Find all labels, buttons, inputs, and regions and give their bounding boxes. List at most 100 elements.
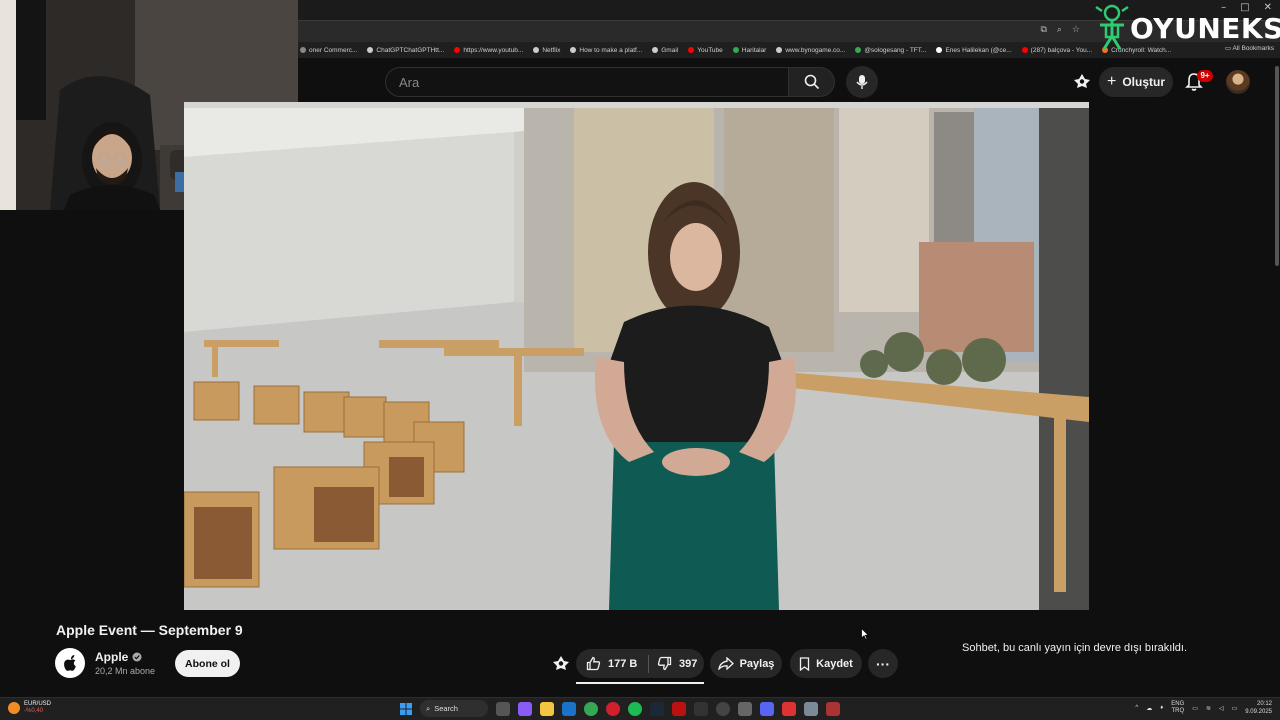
more-actions-button[interactable]: ··· [868,649,898,678]
bookmark-star-icon[interactable]: ☆ [1072,25,1080,35]
like-dislike-group: 177 B 397 [576,649,704,678]
task-view-icon[interactable] [496,701,510,716]
bookmark-item[interactable]: Netflix [533,47,560,54]
bookmark-item[interactable]: www.bynogame.co... [776,47,845,54]
bookmark-label: Haritalar [741,46,767,54]
create-button[interactable]: + Oluştur [1099,67,1173,97]
bookmark-item[interactable]: How to make a platf... [570,47,642,54]
bookmark-favicon-icon [688,47,695,53]
app-icon-gray[interactable] [738,701,752,716]
app-icon-shield[interactable] [826,701,840,716]
language-primary: ENG [1171,701,1185,707]
discord-icon[interactable] [760,701,774,716]
bookmark-favicon-icon [936,47,943,53]
bookmark-item[interactable]: @sologesang - TFT... [855,47,926,54]
bookmark-item[interactable]: ChatGPTChatGPTHtt... [367,47,444,54]
extension-icon[interactable] [552,655,570,671]
obs-icon[interactable] [716,701,730,716]
save-label: Kaydet [816,657,853,670]
microphone-tray-icon[interactable]: ♦ [1160,705,1163,711]
like-count: 177 B [608,657,638,670]
windows-start-icon[interactable] [400,702,412,715]
bookmark-favicon-icon [732,47,739,53]
bookmark-favicon-icon [776,47,783,53]
app-icon-red[interactable] [672,701,686,716]
tray-overflow-icon[interactable]: ^ [1135,705,1138,711]
search-input[interactable]: Ara [385,67,789,97]
share-label: Paylaş [739,657,775,670]
wifi-icon[interactable]: ≋ [1206,705,1211,712]
settings-icon[interactable] [804,701,818,716]
like-button[interactable]: 177 B [576,656,648,671]
opera-icon[interactable] [606,701,620,716]
taskbar-clock[interactable]: 20:12 9.09.2025 [1245,700,1272,716]
thumbs-up-icon [586,656,601,671]
subscriber-count: 20,2 Mn abone [95,666,156,676]
scrollbar-thumb[interactable] [1275,66,1279,266]
network-icon[interactable]: ☁ [1146,705,1152,712]
spotify-icon[interactable] [628,701,642,716]
chat-disabled-message: Sohbet, bu canlı yayın için devre dışı b… [962,642,1188,654]
search-icon [804,74,819,90]
bookmark-favicon-icon [300,47,306,53]
app-icon-dark[interactable] [694,701,708,716]
taskbar-apps: ⌕ Search [400,700,840,717]
apple-logo-icon [64,655,76,671]
channel-name[interactable]: Apple [95,650,142,664]
logo-mascot-icon [1095,4,1129,50]
video-frame [184,102,1089,610]
steam-icon[interactable] [650,701,664,716]
currency-widget[interactable]: EUR/USD -%0,40 [8,701,51,715]
outlook-icon[interactable] [562,701,576,716]
address-bar-icons: ⧉ ⌕ ☆ [1040,25,1080,35]
bookmark-item[interactable]: Gmail [652,47,678,54]
like-ratio-bar [576,682,704,684]
bookmark-label: oner Commerc... [309,46,358,54]
volume-icon[interactable]: ◁ [1219,705,1224,712]
bookmark-label: @sologesang - TFT... [864,46,927,54]
bookmark-item[interactable]: (287) balçova - You... [1021,47,1092,54]
dislike-count: 397 [679,657,698,670]
bookmark-item[interactable]: https://www.youtub... [454,47,523,54]
thumbs-down-icon [657,656,672,671]
bookmark-label: https://www.youtub... [463,46,524,54]
bookmark-item[interactable]: YouTube [688,47,723,54]
copilot-icon[interactable] [518,701,532,716]
battery-icon[interactable]: ▭ [1232,705,1238,712]
display-icon[interactable]: ▭ [1192,705,1198,712]
share-page-icon[interactable]: ⧉ [1040,25,1046,35]
taskbar-search[interactable]: ⌕ Search [420,700,488,717]
bookmark-label: ChatGPTChatGPTHtt... [376,46,445,54]
file-explorer-icon[interactable] [540,701,554,716]
channel-avatar[interactable] [55,648,85,678]
bookmark-item[interactable]: Haritalar [732,46,767,54]
search-placeholder: Ara [399,75,420,90]
chrome-icon[interactable] [584,701,598,716]
currency-widget-text: EUR/USD -%0,40 [24,701,51,715]
video-player[interactable] [184,102,1089,610]
logo-text: OYUNEKS [1130,11,1280,45]
mouse-cursor-icon [861,628,869,640]
bookmark-label: Netflix [542,46,561,54]
channel-name-label: Apple [95,650,129,664]
voice-search-button[interactable] [846,66,878,98]
dislike-button[interactable]: 397 [649,656,697,671]
app-icon-diamond[interactable] [782,701,796,716]
search-button[interactable] [789,67,835,97]
verified-check-icon [132,652,142,662]
bookmark-favicon-icon [1021,47,1028,53]
bookmark-icon [800,656,810,671]
bookmark-favicon-icon [454,47,461,53]
input-language[interactable]: ENG TRQ [1171,701,1184,715]
subscribe-button[interactable]: Abone ol [175,650,240,677]
notification-badge: 9+ [1197,70,1213,82]
bookmark-label: Enes Halilekan (@ce... [945,46,1012,54]
bookmark-item[interactable]: oner Commerc... [300,47,357,54]
extension-icon[interactable] [1073,73,1091,89]
save-button[interactable]: Kaydet [790,649,862,678]
user-avatar[interactable] [1226,70,1250,94]
share-button[interactable]: Paylaş [710,649,782,678]
bookmark-item[interactable]: Enes Halilekan (@ce... [936,46,1012,54]
currency-widget-icon [8,702,20,714]
zoom-icon[interactable]: ⌕ [1057,25,1062,35]
